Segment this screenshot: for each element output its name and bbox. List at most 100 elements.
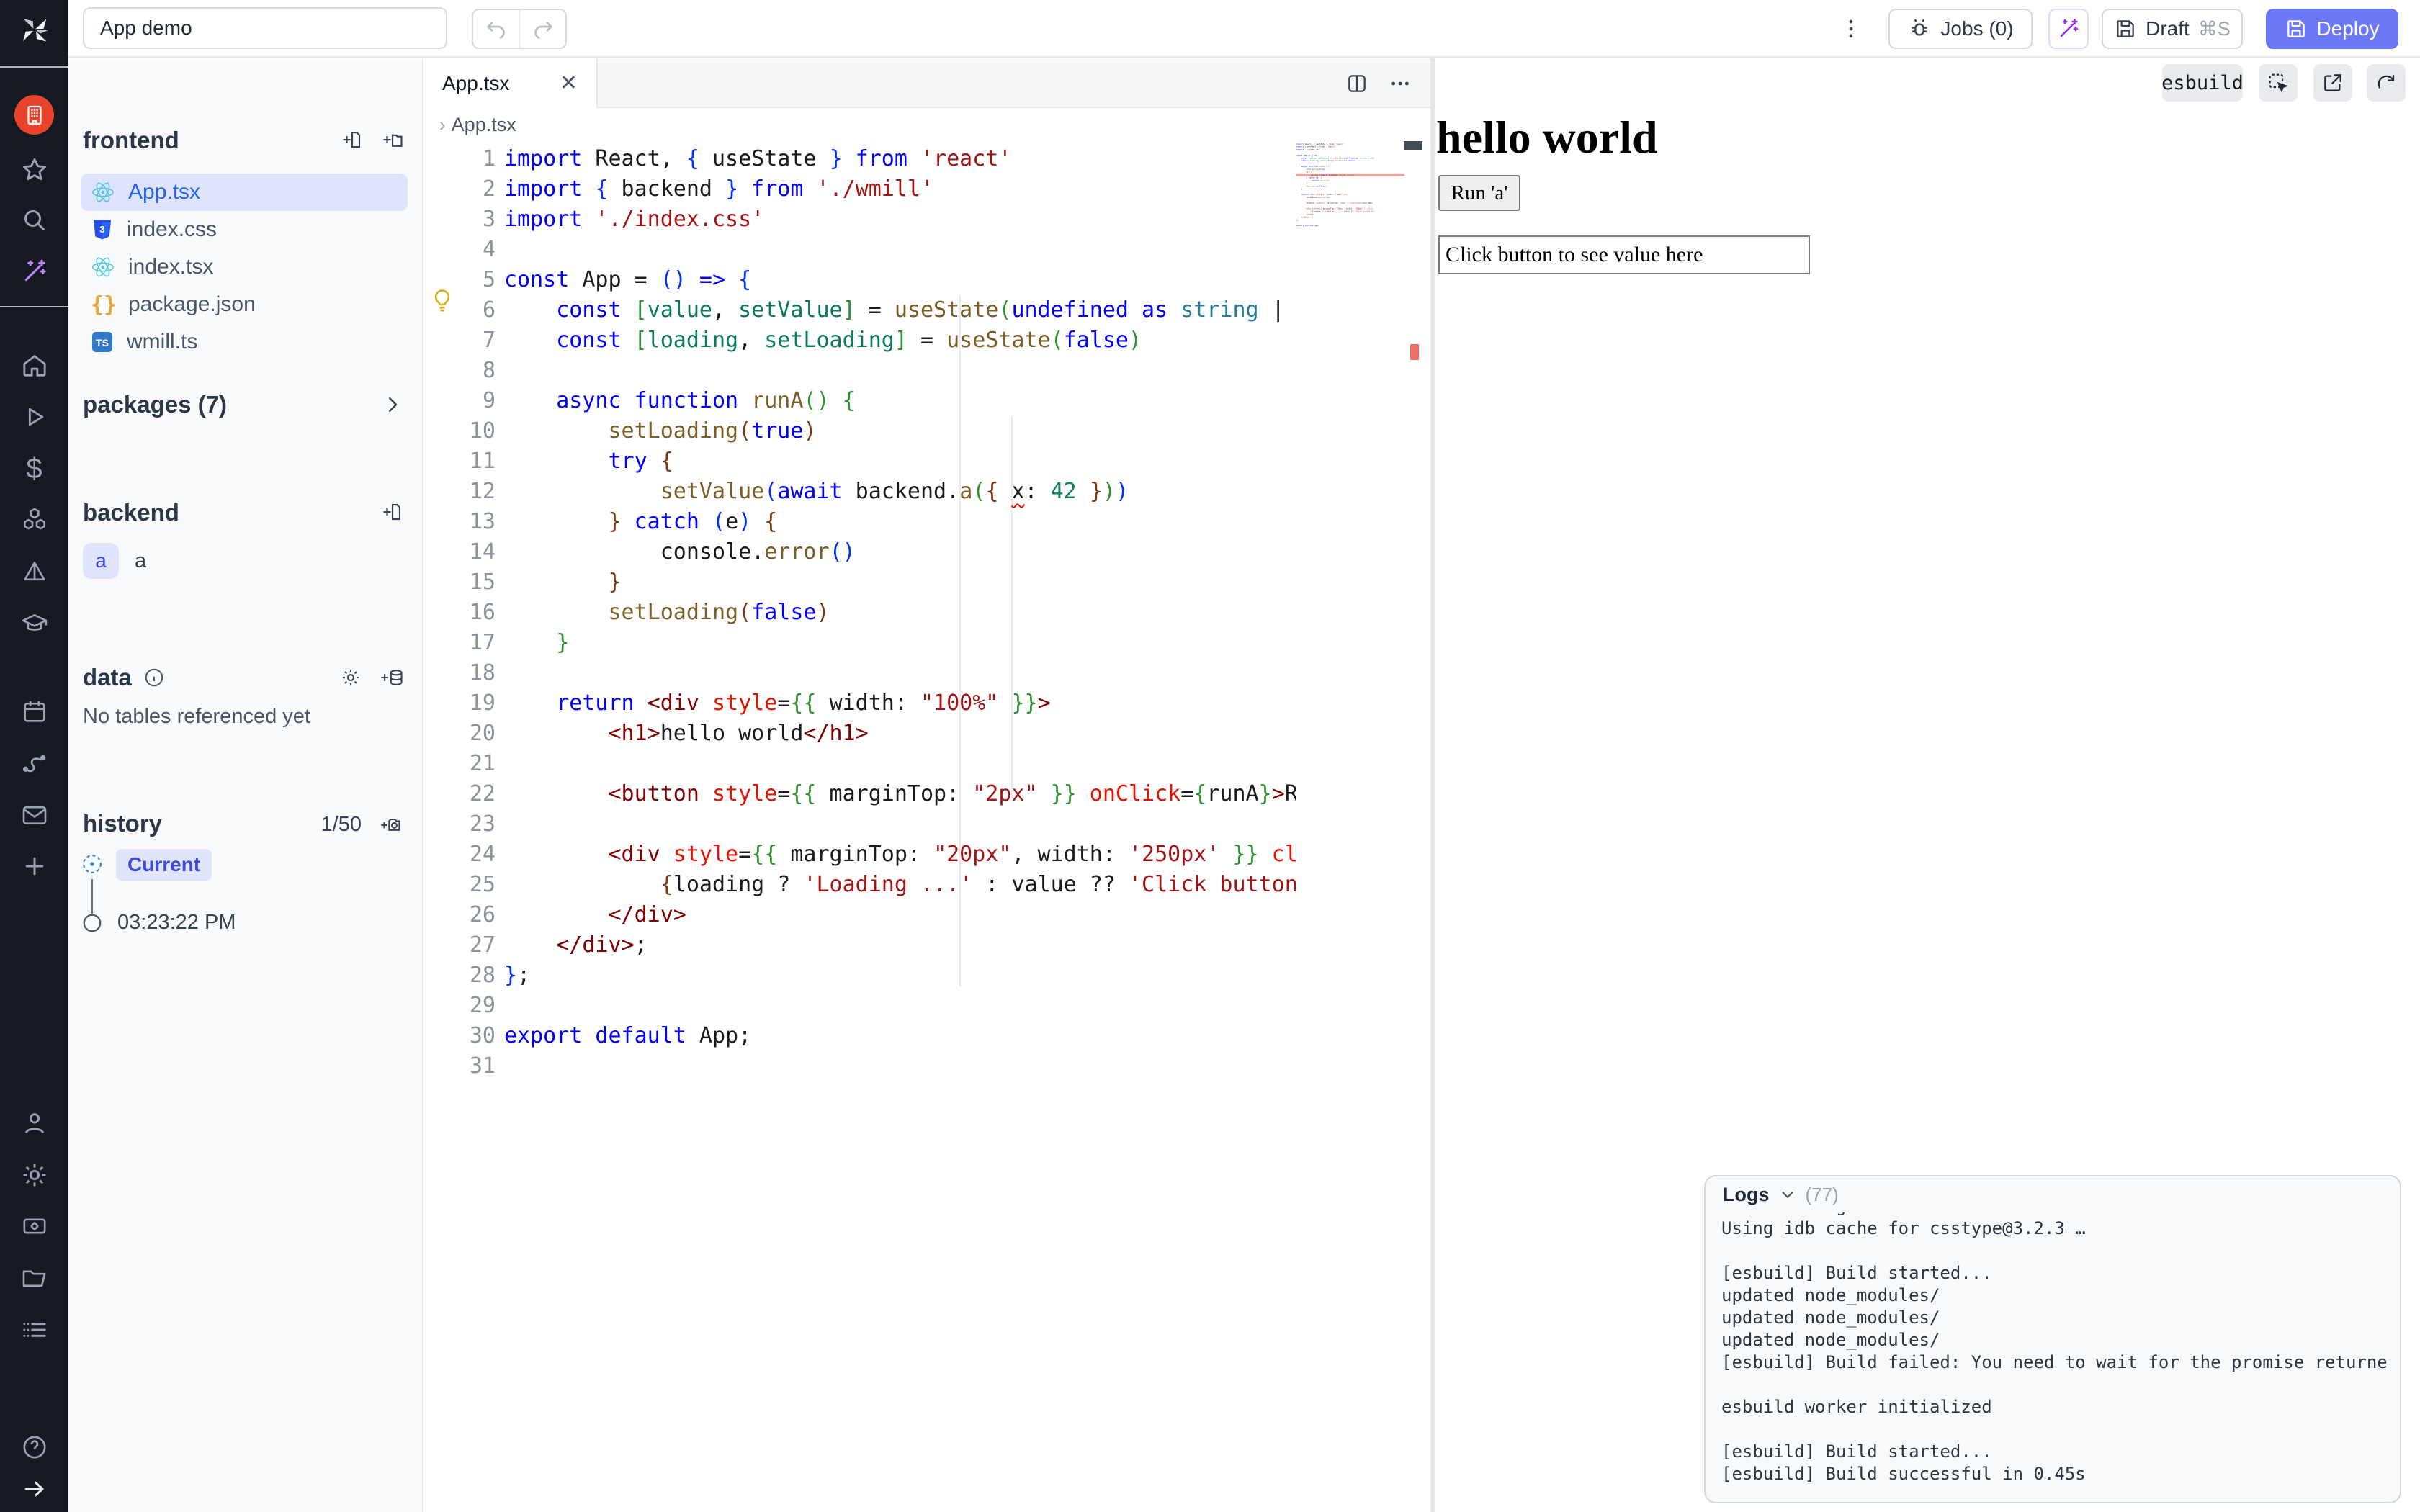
add-file-icon[interactable]	[382, 501, 403, 523]
mail-icon[interactable]	[0, 799, 68, 831]
folders-icon[interactable]	[0, 1262, 68, 1294]
code-line: 10 setLoading(true)	[424, 416, 1296, 446]
workers-icon[interactable]	[0, 1210, 68, 1242]
file-item-wmill-ts[interactable]: TS wmill.ts	[81, 323, 408, 361]
history-entry-label: 03:23:22 PM	[117, 911, 236, 935]
code-lines[interactable]: 1import React, { useState } from 'react'…	[424, 144, 1296, 1081]
undo-redo-group	[472, 9, 567, 49]
app-name-input[interactable]	[83, 7, 447, 49]
log-lines: Initializing esbuild worker...Using idb …	[1721, 1195, 2387, 1485]
history-entry-label: Current	[116, 849, 212, 881]
user-icon[interactable]	[0, 1107, 68, 1139]
code-area[interactable]: 1import React, { useState } from 'react'…	[424, 141, 1430, 1512]
file-name: index.tsx	[128, 255, 213, 279]
file-name: wmill.ts	[127, 330, 197, 354]
settings-gear-icon[interactable]	[0, 1159, 68, 1191]
log-line: esbuild worker initialized	[1721, 1396, 2387, 1418]
svg-text:TS: TS	[96, 337, 109, 348]
split-view-icon[interactable]	[1345, 72, 1368, 95]
logs-list-icon[interactable]	[0, 1314, 68, 1346]
add-snapshot-camera-icon[interactable]	[380, 814, 403, 836]
add-plus-icon[interactable]	[0, 850, 68, 882]
add-file-icon[interactable]	[341, 129, 363, 150]
variables-dollar-icon[interactable]: $	[0, 453, 68, 485]
logs-title[interactable]: Logs	[1723, 1184, 1770, 1206]
logs-header: Logs (77)	[1706, 1176, 2400, 1212]
add-database-icon[interactable]	[380, 667, 403, 688]
code-line: 11 try {	[424, 446, 1296, 477]
packages-section-title[interactable]: packages (7)	[83, 391, 227, 418]
more-menu-button[interactable]	[1837, 10, 1865, 48]
code-line: 21	[424, 749, 1296, 779]
windmill-logo-icon[interactable]	[0, 10, 68, 50]
workspace-badge[interactable]	[14, 95, 54, 135]
code-line: 30export default App;	[424, 1021, 1296, 1051]
scrollbar-thumb[interactable]	[1404, 141, 1422, 150]
backend-script-item-a[interactable]: a a	[83, 543, 146, 579]
draft-button[interactable]: Draft ⌘S	[2102, 9, 2243, 49]
top-bar: Jobs (0) Draft ⌘S Deploy	[68, 0, 2420, 58]
save-icon	[2285, 17, 2308, 40]
info-icon	[143, 667, 165, 688]
code-line: 13 } catch (e) {	[424, 507, 1296, 537]
tab-app-tsx[interactable]: App.tsx ✕	[424, 58, 598, 108]
data-empty-text: No tables referenced yet	[83, 705, 310, 729]
editor-tab-bar: App.tsx ✕	[424, 58, 1430, 108]
code-line: 28};	[424, 960, 1296, 991]
sidebar: frontend App.tsx 3 index.css index.tsx {…	[68, 58, 424, 1512]
logs-count: (77)	[1806, 1184, 1839, 1206]
code-line: 8	[424, 356, 1296, 386]
search-icon[interactable]	[0, 204, 68, 236]
learn-grad-cap-icon[interactable]	[0, 608, 68, 639]
value-display-box: Click button to see value here	[1438, 235, 1810, 274]
select-cursor-icon	[2267, 71, 2290, 94]
refresh-button[interactable]	[2367, 64, 2406, 102]
tab-close-icon[interactable]: ✕	[560, 71, 578, 96]
frontend-section-title: frontend	[83, 127, 179, 154]
code-line: 24 <div style={{ marginTop: "20px", widt…	[424, 840, 1296, 870]
code-line: 9 async function runA() {	[424, 386, 1296, 416]
help-icon[interactable]	[0, 1431, 68, 1463]
run-a-button[interactable]: Run 'a'	[1438, 175, 1520, 211]
breadcrumb[interactable]: › App.tsx	[424, 108, 1430, 141]
inspect-element-button[interactable]	[2259, 64, 2298, 102]
logs-panel[interactable]: Logs (77) Initializing esbuild worker...…	[1704, 1175, 2401, 1503]
collapse-arrow-icon[interactable]	[0, 1475, 68, 1503]
packages-expand[interactable]	[382, 394, 403, 415]
file-item-app-tsx[interactable]: App.tsx	[81, 174, 408, 211]
preview-heading: hello world	[1436, 111, 1658, 164]
minimap[interactable]: import React, { useState } from 'react'i…	[1296, 143, 1404, 402]
code-line: 20 <h1>hello world</h1>	[424, 719, 1296, 749]
jobs-button[interactable]: Jobs (0)	[1888, 9, 2033, 49]
ai-assistant-button[interactable]	[2048, 9, 2089, 49]
flows-route-icon[interactable]	[0, 747, 68, 779]
undo-button[interactable]	[473, 10, 519, 48]
code-line: 1import React, { useState } from 'react'	[424, 144, 1296, 174]
file-item-package-json[interactable]: {} package.json	[81, 286, 408, 323]
runs-play-icon[interactable]	[0, 401, 68, 433]
deploy-button[interactable]: Deploy	[2266, 9, 2398, 49]
home-icon[interactable]	[0, 350, 68, 382]
favorites-star-icon[interactable]	[0, 154, 68, 186]
save-icon	[2114, 17, 2137, 40]
redo-icon	[530, 16, 556, 42]
file-item-index-css[interactable]: 3 index.css	[81, 211, 408, 248]
add-folder-icon[interactable]	[382, 129, 403, 150]
open-external-button[interactable]	[2313, 64, 2352, 102]
code-line: 19 return <div style={{ width: "100%" }}…	[424, 688, 1296, 719]
code-line: 29	[424, 991, 1296, 1021]
redo-button[interactable]	[519, 10, 565, 48]
schedule-calendar-icon[interactable]	[0, 696, 68, 727]
file-item-index-tsx[interactable]: index.tsx	[81, 248, 408, 286]
log-line	[1721, 1240, 2387, 1262]
editor-more-icon[interactable]	[1389, 72, 1412, 95]
gear-icon[interactable]	[340, 667, 362, 688]
backend-section-tools	[382, 501, 403, 523]
log-line: [esbuild] Build started...	[1721, 1262, 2387, 1284]
ai-wand-icon[interactable]	[0, 256, 68, 287]
resources-cubes-icon[interactable]	[0, 504, 68, 536]
backend-section-title: backend	[83, 499, 179, 526]
code-line: 15 }	[424, 567, 1296, 598]
schedules-prism-icon[interactable]	[0, 556, 68, 588]
chevron-down-icon[interactable]	[1778, 1185, 1797, 1204]
